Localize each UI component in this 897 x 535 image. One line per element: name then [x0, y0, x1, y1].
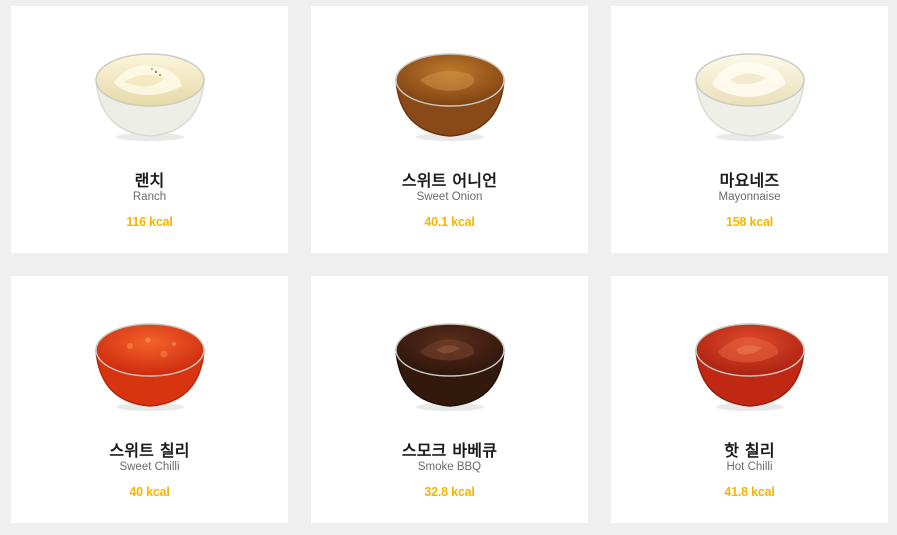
sauce-name-korean: 스위트 어니언 — [401, 171, 498, 190]
sauce-calories: 32.8 kcal — [424, 485, 475, 499]
sauce-name-korean: 핫 칠리 — [724, 441, 775, 460]
sweet-chilli-sauce-bowl-icon — [94, 323, 205, 411]
sauce-calories: 158 kcal — [725, 215, 774, 229]
sauce-name-english: Sweet Chilli — [119, 461, 180, 473]
sauce-name-english: Smoke BBQ — [417, 461, 482, 473]
sauce-calories: 116 kcal — [126, 215, 173, 229]
sweet-onion-sauce-bowl-icon — [394, 53, 505, 141]
mayonnaise-sauce-bowl-icon — [694, 53, 805, 141]
sauce-card-sweet-chilli[interactable]: 스위트 칠리 Sweet Chilli 40 kcal — [11, 276, 288, 523]
sauce-grid: 랜치 Ranch 116 kcal 스위트 어니언 Sweet Onion 40… — [0, 0, 897, 535]
sauce-card-ranch[interactable]: 랜치 Ranch 116 kcal — [11, 6, 288, 253]
sauce-card-mayonnaise[interactable]: 마요네즈 Mayonnaise 158 kcal — [611, 6, 888, 253]
ranch-sauce-bowl-icon — [94, 53, 205, 141]
sauce-card-sweet-onion[interactable]: 스위트 어니언 Sweet Onion 40.1 kcal — [311, 6, 588, 253]
smoke-bbq-sauce-bowl-icon — [394, 323, 505, 411]
sauce-calories: 41.8 kcal — [724, 485, 775, 499]
sauce-calories: 40 kcal — [129, 485, 170, 499]
sauce-name-english: Mayonnaise — [718, 191, 781, 203]
sauce-calories: 40.1 kcal — [424, 215, 475, 229]
sauce-card-hot-chilli[interactable]: 핫 칠리 Hot Chilli 41.8 kcal — [611, 276, 888, 523]
sauce-card-smoke-bbq[interactable]: 스모크 바베큐 Smoke BBQ 32.8 kcal — [311, 276, 588, 523]
hot-chilli-sauce-bowl-icon — [694, 323, 805, 411]
sauce-name-english: Sweet Onion — [416, 191, 483, 203]
sauce-name-korean: 스모크 바베큐 — [401, 441, 498, 460]
sauce-name-korean: 마요네즈 — [719, 171, 780, 190]
sauce-name-korean: 스위트 칠리 — [109, 441, 190, 460]
sauce-name-korean: 랜치 — [134, 171, 165, 190]
sauce-name-english: Hot Chilli — [726, 461, 773, 473]
sauce-name-english: Ranch — [132, 191, 167, 203]
